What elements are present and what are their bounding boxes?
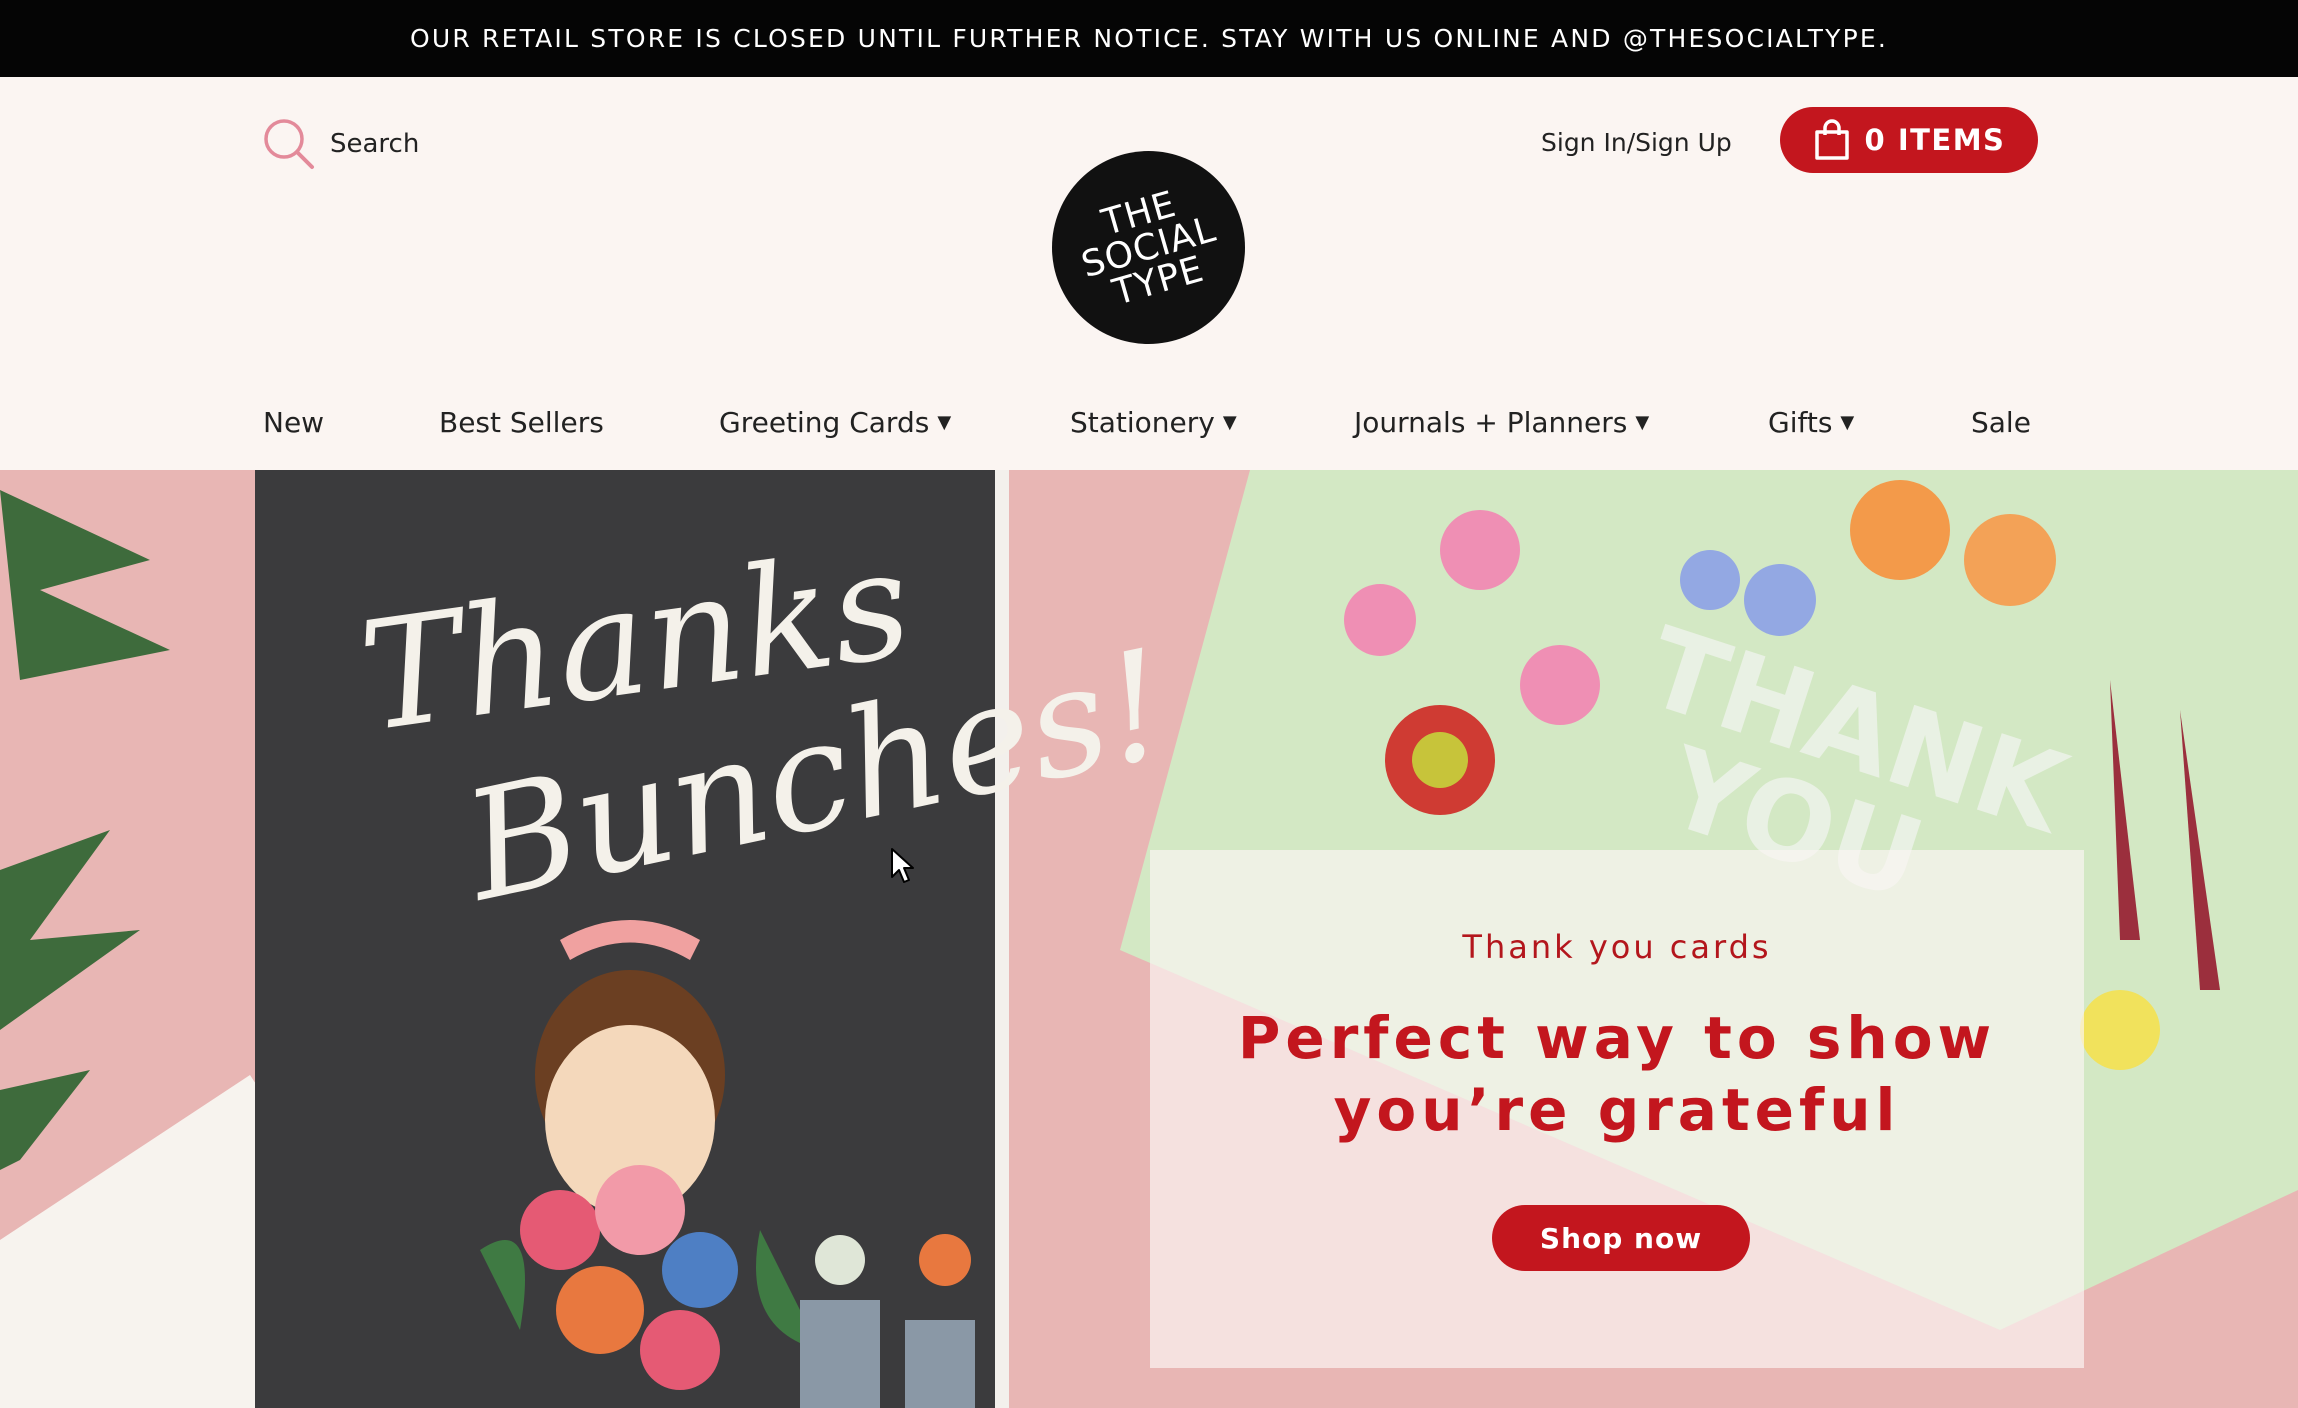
chevron-down-icon: ▼ bbox=[1635, 412, 1650, 433]
chevron-down-icon: ▼ bbox=[1222, 412, 1237, 433]
main-nav: New Best Sellers Greeting Cards ▼ Statio… bbox=[0, 406, 2298, 446]
nav-item-label: Journals + Planners bbox=[1354, 406, 1628, 439]
search-label: Search bbox=[330, 129, 420, 159]
cart-label: 0 ITEMS bbox=[1864, 123, 2006, 157]
promo-eyebrow: Thank you cards bbox=[1462, 928, 1772, 966]
search-icon bbox=[264, 119, 314, 169]
nav-item-label: Greeting Cards bbox=[719, 406, 930, 439]
chevron-down-icon: ▼ bbox=[1840, 412, 1855, 433]
nav-item-label: Sale bbox=[1971, 406, 2031, 439]
nav-item-sale[interactable]: Sale bbox=[1971, 406, 2031, 439]
cart-button[interactable]: 0 ITEMS bbox=[1780, 107, 2038, 173]
nav-item-label: Best Sellers bbox=[439, 406, 604, 439]
promo-headline: Perfect way to show you’re grateful bbox=[1237, 1004, 1997, 1144]
site-logo[interactable]: THE SOCIAL TYPE bbox=[1052, 151, 1245, 344]
sign-in-link[interactable]: Sign In/Sign Up bbox=[1541, 128, 1732, 157]
nav-item-label: Gifts bbox=[1768, 406, 1833, 439]
hero-banner[interactable]: Thanks Bunches! THANK YOU Thank you card… bbox=[0, 470, 2298, 1408]
nav-item-new[interactable]: New bbox=[263, 406, 324, 439]
nav-item-label: Stationery bbox=[1070, 406, 1215, 439]
nav-item-label: New bbox=[263, 406, 325, 439]
nav-item-stationery[interactable]: Stationery ▼ bbox=[1070, 406, 1237, 439]
shopping-bag-icon bbox=[1814, 119, 1849, 160]
shop-now-button[interactable]: Shop now bbox=[1492, 1205, 1750, 1271]
chevron-down-icon: ▼ bbox=[937, 412, 952, 433]
nav-item-best-sellers[interactable]: Best Sellers bbox=[439, 406, 604, 439]
search-trigger[interactable]: Search bbox=[262, 117, 419, 171]
announcement-bar: OUR RETAIL STORE IS CLOSED UNTIL FURTHER… bbox=[0, 0, 2298, 77]
announcement-text: OUR RETAIL STORE IS CLOSED UNTIL FURTHER… bbox=[409, 24, 1889, 53]
nav-item-journals-planners[interactable]: Journals + Planners ▼ bbox=[1354, 406, 1649, 439]
mouse-pointer-icon bbox=[891, 848, 914, 883]
nav-item-greeting-cards[interactable]: Greeting Cards ▼ bbox=[719, 406, 951, 439]
promo-panel: Thank you cards Perfect way to show you’… bbox=[1150, 850, 2084, 1368]
nav-item-gifts[interactable]: Gifts ▼ bbox=[1768, 406, 1854, 439]
